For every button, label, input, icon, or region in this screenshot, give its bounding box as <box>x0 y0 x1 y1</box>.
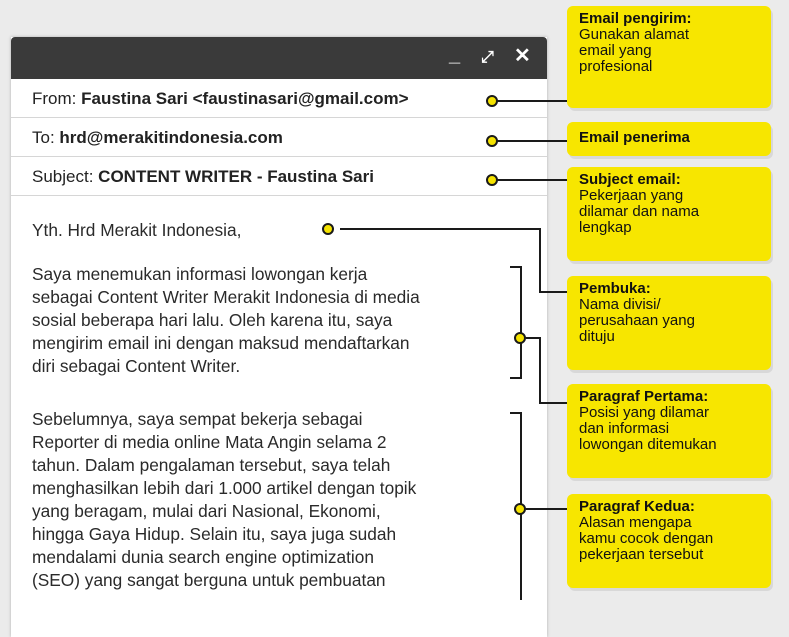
callout-title: Email penerima <box>579 129 690 146</box>
callout-title: Pembuka: <box>579 280 651 297</box>
minimize-icon[interactable]: _ <box>449 45 460 65</box>
paragraph-line: mengirim email ini dengan maksud mendaft… <box>32 333 410 353</box>
callout-line: dan informasi <box>579 420 670 437</box>
from-value: Faustina Sari <faustinasari@gmail.com> <box>81 89 409 108</box>
annotation-dot <box>514 332 526 344</box>
annotation-dot <box>486 135 498 147</box>
window-titlebar: _ ⤢ ✕ <box>11 37 547 79</box>
callout-title: Paragraf Pertama: <box>579 388 709 405</box>
callout-line: Alasan mengapa <box>579 514 692 531</box>
paragraph-line: (SEO) yang sangat berguna untuk pembuata… <box>32 570 386 590</box>
callout-line: lengkap <box>579 219 632 236</box>
paragraph-2: Sebelumnya, saya sempat bekerja sebagai … <box>32 408 512 592</box>
subject-label: Subject: <box>32 167 94 186</box>
callout-line: lowongan ditemukan <box>579 436 717 453</box>
callout-paragraf-kedua: Paragraf Kedua: Alasan mengapa kamu coco… <box>567 494 771 588</box>
annotation-dot <box>322 223 334 235</box>
callout-line: profesional <box>579 58 653 75</box>
paragraph-line: sebagai Content Writer Merakit Indonesia… <box>32 287 420 307</box>
paragraph-line: mendalami dunia search engine optimizati… <box>32 547 374 567</box>
paragraph-line: menghasilkan lebih dari 1.000 artikel de… <box>32 478 417 498</box>
paragraph-line: Saya menemukan informasi lowongan kerja <box>32 264 368 284</box>
paragraph-line: tahun. Dalam pengalaman tersebut, saya t… <box>32 455 391 475</box>
callout-line: pekerjaan tersebut <box>579 546 704 563</box>
paragraph-line: diri sebagai Content Writer. <box>32 356 241 376</box>
email-compose-window: _ ⤢ ✕ From: Faustina Sari <faustinasari@… <box>11 37 547 637</box>
callout-title: Subject email: <box>579 171 681 188</box>
paragraph-line: sosial beberapa hari lalu. Oleh karena i… <box>32 310 393 330</box>
paragraph-line: hingga Gaya Hidup. Selain itu, saya juga… <box>32 524 397 544</box>
callout-email-pengirim: Email pengirim: Gunakan alamat email yan… <box>567 6 771 108</box>
subject-value: CONTENT WRITER - Faustina Sari <box>98 167 374 186</box>
bracket-line <box>510 377 522 379</box>
connector-line <box>539 337 541 404</box>
callout-paragraf-pertama: Paragraf Pertama: Posisi yang dilamar da… <box>567 384 771 478</box>
connector-line <box>539 228 541 293</box>
greeting-text: Yth. Hrd Merakit Indonesia, <box>32 220 242 240</box>
connector-line <box>497 140 568 142</box>
connector-line <box>497 100 568 102</box>
connector-line <box>497 179 568 181</box>
subject-field[interactable]: Subject: CONTENT WRITER - Faustina Sari <box>11 157 547 196</box>
callout-title: Paragraf Kedua: <box>579 498 695 515</box>
callout-title: Email pengirim: <box>579 10 692 27</box>
connector-line <box>526 508 568 510</box>
paragraph-line: Sebelumnya, saya sempat bekerja sebagai <box>32 409 363 429</box>
callout-line: dilamar dan nama <box>579 203 700 220</box>
paragraph-1: Saya menemukan informasi lowongan kerja … <box>32 263 512 378</box>
connector-line <box>539 291 568 293</box>
callout-line: Pekerjaan yang <box>579 187 684 204</box>
to-label: To: <box>32 128 55 147</box>
callout-subject-email: Subject email: Pekerjaan yang dilamar da… <box>567 167 771 261</box>
annotation-dot <box>486 95 498 107</box>
annotation-dot <box>486 174 498 186</box>
callout-line: perusahaan yang <box>579 312 695 329</box>
connector-line <box>539 402 568 404</box>
callout-pembuka: Pembuka: Nama divisi/ perusahaan yang di… <box>567 276 771 370</box>
callout-line: email yang <box>579 42 652 59</box>
paragraph-line: Reporter di media online Mata Angin sela… <box>32 432 387 452</box>
from-label: From: <box>32 89 77 108</box>
close-icon[interactable]: ✕ <box>514 46 531 66</box>
bracket-line <box>520 266 522 379</box>
to-field[interactable]: To: hrd@merakitindonesia.com <box>11 118 547 157</box>
callout-line: Gunakan alamat <box>579 26 690 43</box>
paragraph-line: yang beragam, mulai dari Nasional, Ekono… <box>32 501 381 521</box>
callout-line: Posisi yang dilamar <box>579 404 710 421</box>
callout-line: Nama divisi/ <box>579 296 661 313</box>
callout-line: kamu cocok dengan <box>579 530 714 547</box>
maximize-icon[interactable]: ⤢ <box>481 48 494 68</box>
from-field[interactable]: From: Faustina Sari <faustinasari@gmail.… <box>11 79 547 118</box>
callout-email-penerima: Email penerima <box>567 122 771 156</box>
callout-line: dituju <box>579 328 615 345</box>
to-value: hrd@merakitindonesia.com <box>59 128 283 147</box>
connector-line <box>340 228 540 230</box>
connector-line <box>526 337 540 339</box>
annotation-dot <box>514 503 526 515</box>
